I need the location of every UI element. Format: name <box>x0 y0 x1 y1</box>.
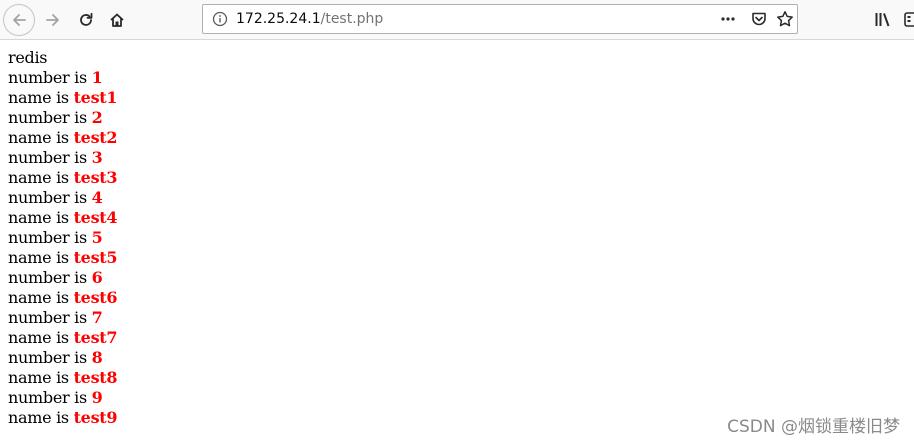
name-line-label: name is <box>8 128 74 147</box>
name-line-label: name is <box>8 368 74 387</box>
number-line-label: number is <box>8 108 92 127</box>
number-line-value: 5 <box>91 228 103 247</box>
number-line-label: number is <box>8 348 92 367</box>
forward-button[interactable] <box>37 4 69 36</box>
name-line: name is test5 <box>8 248 118 268</box>
page-content: redis number is 1 name is test1 number is … <box>8 48 118 428</box>
url-host: 172.25.24.1 <box>236 11 321 27</box>
name-line: name is test2 <box>8 128 118 148</box>
name-line: name is test8 <box>8 368 118 388</box>
back-icon <box>11 12 27 28</box>
url-bar[interactable]: 172.25.24.1/test.php <box>202 4 798 34</box>
home-icon <box>109 12 125 28</box>
reload-icon <box>78 12 94 28</box>
reload-button[interactable] <box>70 4 102 36</box>
number-line-label: number is <box>8 68 92 87</box>
name-line-value: test3 <box>73 168 118 187</box>
page-heading: redis <box>8 48 48 67</box>
forward-icon <box>45 12 61 28</box>
star-icon[interactable] <box>776 10 794 28</box>
number-line-label: number is <box>8 188 92 207</box>
number-line-label: number is <box>8 228 92 247</box>
name-line: name is test7 <box>8 328 118 348</box>
number-line-value: 1 <box>91 68 103 87</box>
name-line-value: test9 <box>73 408 118 427</box>
number-line: number is 8 <box>8 348 117 368</box>
name-line-label: name is <box>8 408 74 427</box>
number-line: number is 5 <box>8 228 117 248</box>
number-line-label: number is <box>8 148 92 167</box>
url-path: /test.php <box>320 11 384 27</box>
name-line-value: test4 <box>73 208 118 227</box>
watermark: CSDN @烟锁重楼旧梦 <box>727 417 900 437</box>
number-line-value: 8 <box>91 348 103 367</box>
sidebar-icon[interactable] <box>904 11 914 33</box>
number-line-label: number is <box>8 308 92 327</box>
name-line-label: name is <box>8 208 74 227</box>
name-line: name is test6 <box>8 288 118 308</box>
name-line: name is test1 <box>8 88 118 108</box>
browser-toolbar: 172.25.24.1/test.php <box>0 0 914 40</box>
url-text[interactable]: 172.25.24.1/test.php <box>236 11 383 27</box>
number-line-label: number is <box>8 268 92 287</box>
number-line: number is 7 <box>8 308 117 328</box>
name-line: name is test4 <box>8 208 118 228</box>
number-line-value: 3 <box>91 148 103 167</box>
number-line: number is 2 <box>8 108 117 128</box>
name-line-value: test5 <box>73 248 118 267</box>
number-line: number is 3 <box>8 148 117 168</box>
number-line-label: number is <box>8 388 92 407</box>
more-icon[interactable] <box>719 10 737 28</box>
number-line-value: 7 <box>91 308 103 327</box>
name-line-value: test2 <box>73 128 118 147</box>
name-line-value: test1 <box>73 88 118 107</box>
info-icon[interactable] <box>212 11 228 31</box>
name-line-label: name is <box>8 168 74 187</box>
pocket-icon[interactable] <box>750 10 768 28</box>
number-line-value: 9 <box>91 388 103 407</box>
number-line: number is 4 <box>8 188 117 208</box>
name-line: name is test3 <box>8 168 118 188</box>
name-line: name is test9 <box>8 408 118 428</box>
number-line: number is 9 <box>8 388 117 408</box>
name-line-label: name is <box>8 88 74 107</box>
number-line-value: 4 <box>91 188 103 207</box>
name-line-value: test7 <box>73 328 118 347</box>
name-line-label: name is <box>8 328 74 347</box>
record-list: number is 1 name is test1 number is 2 name … <box>8 68 118 428</box>
name-line-label: name is <box>8 288 74 307</box>
library-icon[interactable] <box>874 11 892 33</box>
name-line-value: test6 <box>73 288 118 307</box>
name-line-label: name is <box>8 248 74 267</box>
home-button[interactable] <box>101 4 133 36</box>
name-line-value: test8 <box>73 368 118 387</box>
number-line: number is 6 <box>8 268 117 288</box>
number-line-value: 2 <box>91 108 103 127</box>
number-line: number is 1 <box>8 68 117 88</box>
back-button[interactable] <box>3 4 35 36</box>
number-line-value: 6 <box>91 268 103 287</box>
